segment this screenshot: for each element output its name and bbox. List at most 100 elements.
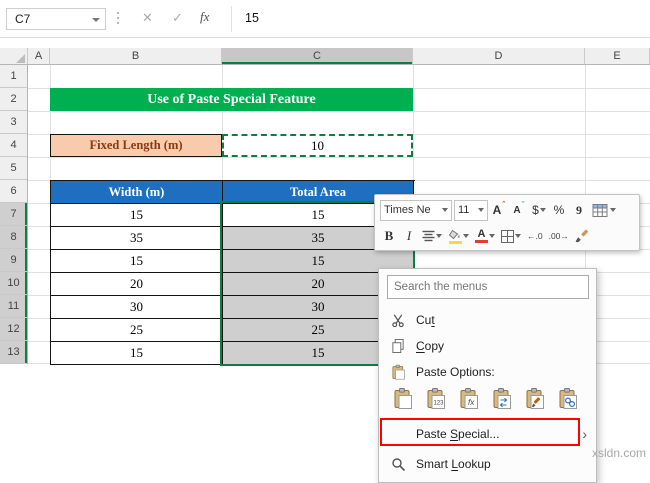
row-headers: 1 2 3 4 5 6 7 8 9 10 11 12 13 xyxy=(0,65,28,364)
paste-transpose-icon xyxy=(493,388,511,409)
fixed-length-value-cell[interactable]: 10 xyxy=(222,134,413,157)
align-center-icon xyxy=(422,230,435,242)
name-box-dropdown-icon[interactable] xyxy=(92,18,100,22)
insert-function-icon[interactable]: fx xyxy=(200,9,209,25)
name-box-value: C7 xyxy=(15,12,31,26)
menu-item-label: Paste Special... xyxy=(416,427,500,441)
row-header-13[interactable]: 13 xyxy=(0,341,27,364)
cell-B11[interactable]: 30 xyxy=(51,296,223,319)
search-input[interactable] xyxy=(387,275,589,299)
percent-style-button[interactable]: % xyxy=(550,199,568,221)
mini-toolbar: Times Ne 11 Aˆ Aˇ $ % 9 B I A ←.0 .00→ xyxy=(374,194,640,251)
row-header-6[interactable]: 6 xyxy=(0,180,27,203)
svg-text:123: 123 xyxy=(434,401,445,407)
menu-item-label: Paste Options: xyxy=(416,365,495,379)
column-header-a[interactable]: A xyxy=(28,48,50,64)
borders-button[interactable] xyxy=(499,225,523,247)
row-header-3[interactable]: 3 xyxy=(0,111,27,134)
paint-bucket-icon xyxy=(448,229,462,244)
row-header-12[interactable]: 12 xyxy=(0,318,27,341)
font-name-select[interactable]: Times Ne xyxy=(380,199,452,221)
data-table: Width (m) Total Area 15 15 35 35 15 15 2… xyxy=(50,180,415,365)
row-header-4[interactable]: 4 xyxy=(0,134,27,157)
formula-input[interactable]: 15 xyxy=(245,11,259,25)
paste-options-row: 123 fx xyxy=(389,385,582,413)
column-headers: A B C D E xyxy=(0,48,650,65)
font-color-button[interactable]: A xyxy=(473,225,497,247)
chevron-down-icon xyxy=(463,234,469,238)
chevron-down-icon xyxy=(478,208,484,212)
menu-item-copy[interactable]: Copy xyxy=(380,333,596,359)
svg-text:fx: fx xyxy=(468,398,475,407)
chevron-down-icon xyxy=(539,208,546,212)
row-header-10[interactable]: 10 xyxy=(0,272,27,295)
paste-values-icon: 123 xyxy=(427,388,445,409)
cell-B9[interactable]: 15 xyxy=(51,250,223,273)
formula-bar: C7 ✕ ✓ fx 15 xyxy=(0,0,650,38)
shrink-font-button[interactable]: Aˇ xyxy=(510,199,528,221)
column-header-b[interactable]: B xyxy=(50,48,222,64)
scissors-icon xyxy=(380,313,416,328)
cell-B7[interactable]: 15 xyxy=(51,204,223,227)
cell-B13[interactable]: 15 xyxy=(51,342,223,365)
paste-formulas-button[interactable]: fx xyxy=(455,385,483,413)
paste-icon xyxy=(394,388,412,409)
submenu-arrow-icon: › xyxy=(582,426,587,442)
accounting-format-button[interactable]: $ xyxy=(530,199,548,221)
align-center-button[interactable] xyxy=(420,225,444,247)
column-header-c[interactable]: C xyxy=(222,48,413,64)
row-header-2[interactable]: 2 xyxy=(0,88,27,111)
paste-transpose-button[interactable] xyxy=(488,385,516,413)
menu-item-smart-lookup[interactable]: Smart Lookup xyxy=(380,451,596,477)
paste-formulas-icon: fx xyxy=(460,388,478,409)
font-size-select[interactable]: 11 xyxy=(454,199,488,221)
column-header-e[interactable]: E xyxy=(585,48,650,64)
cell-B8[interactable]: 35 xyxy=(51,227,223,250)
table-header-width[interactable]: Width (m) xyxy=(51,181,223,204)
row-header-8[interactable]: 8 xyxy=(0,226,27,249)
column-header-d[interactable]: D xyxy=(413,48,585,64)
grow-font-button[interactable]: Aˆ xyxy=(490,199,508,221)
format-painter-icon xyxy=(575,229,588,243)
paste-link-button[interactable] xyxy=(554,385,582,413)
bold-button[interactable]: B xyxy=(380,225,398,247)
copy-icon xyxy=(380,338,416,354)
banner-title-cell[interactable]: Use of Paste Special Feature xyxy=(50,88,413,111)
row-header-9[interactable]: 9 xyxy=(0,249,27,272)
row-header-5[interactable]: 5 xyxy=(0,157,27,180)
row-header-7[interactable]: 7 xyxy=(0,203,27,226)
comma-style-button[interactable]: 9 xyxy=(570,199,588,221)
decrease-decimal-button[interactable]: .00→ xyxy=(547,225,571,247)
gridline xyxy=(28,157,650,158)
row-header-1[interactable]: 1 xyxy=(0,65,27,88)
caret-up-icon: ˆ xyxy=(502,200,506,210)
increase-decimal-button[interactable]: ←.0 xyxy=(525,225,545,247)
name-box[interactable]: C7 xyxy=(6,8,106,30)
fill-color-button[interactable] xyxy=(446,225,471,247)
paste-values-button[interactable]: 123 xyxy=(422,385,450,413)
format-as-table-button[interactable] xyxy=(590,199,618,221)
drag-handle-icon xyxy=(117,12,120,27)
cell-B12[interactable]: 25 xyxy=(51,319,223,342)
paste-formatting-icon xyxy=(526,388,544,409)
fixed-length-label-cell[interactable]: Fixed Length (m) xyxy=(50,134,222,157)
format-painter-button[interactable] xyxy=(573,225,591,247)
chevron-down-icon xyxy=(610,208,616,212)
cell-B10[interactable]: 20 xyxy=(51,273,223,296)
formula-bar-divider xyxy=(231,6,232,32)
chevron-down-icon xyxy=(515,234,521,238)
menu-item-label: Copy xyxy=(416,339,445,353)
menu-item-paste-special[interactable]: Paste Special... › xyxy=(380,421,596,447)
row-header-11[interactable]: 11 xyxy=(0,295,27,318)
menu-item-cut[interactable]: Cut xyxy=(380,307,596,333)
chevron-down-icon xyxy=(442,208,448,212)
paste-link-icon xyxy=(559,388,577,409)
paste-formatting-button[interactable] xyxy=(521,385,549,413)
paste-button[interactable] xyxy=(389,385,417,413)
cancel-icon[interactable]: ✕ xyxy=(142,10,153,26)
enter-icon[interactable]: ✓ xyxy=(172,10,183,26)
italic-button[interactable]: I xyxy=(400,225,418,247)
select-all-corner[interactable] xyxy=(0,48,28,64)
menu-item-label: Cut xyxy=(416,313,435,327)
gridline xyxy=(28,111,650,112)
